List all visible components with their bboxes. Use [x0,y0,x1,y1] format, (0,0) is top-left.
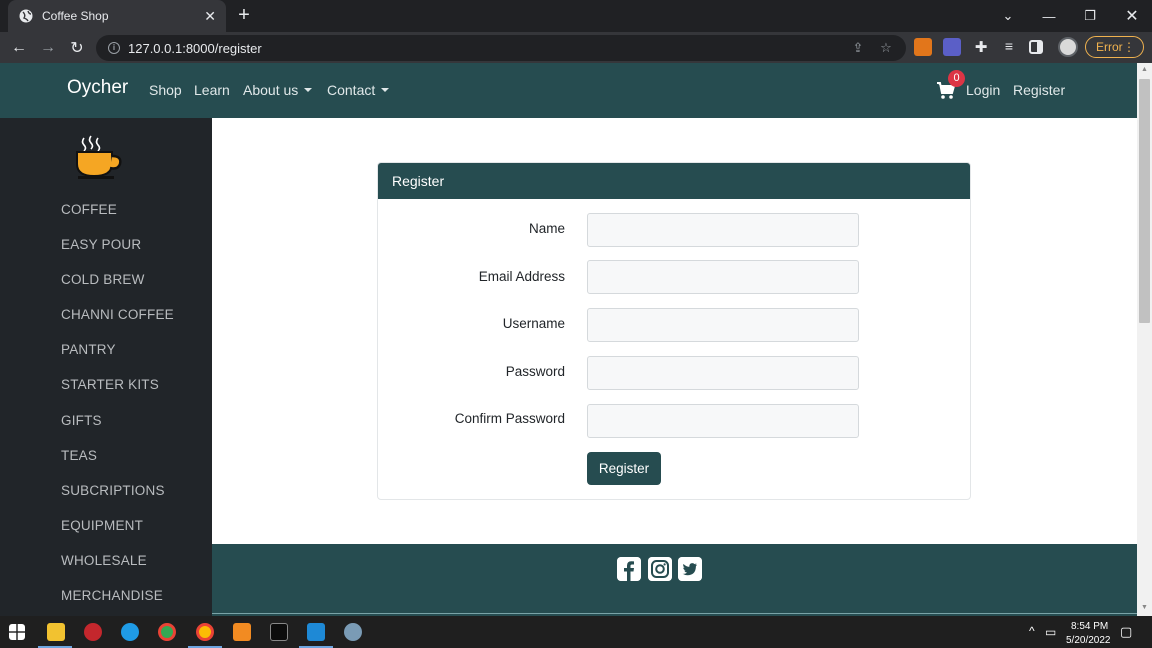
category-sidebar: COFFEE EASY POUR COLD BREW CHANNI COFFEE… [0,118,212,616]
side-panel-icon[interactable] [1029,40,1043,54]
clock-time[interactable]: 8:54 PM [1071,621,1108,632]
brand-logo[interactable]: Oycher [67,77,128,99]
minimize-icon[interactable]: — [1029,0,1069,32]
tab-close-icon[interactable]: ✕ [204,8,216,25]
register-submit-button[interactable]: Register [587,452,661,485]
twitter-icon[interactable] [678,557,702,581]
sidebar-item-wholesale[interactable]: WHOLESALE [61,553,147,568]
browser-toolbar: ← → ↻ i 127.0.0.1:8000/register ⇪ ☆ ✚ ≡ [0,32,1152,63]
reload-icon[interactable]: ↻ [65,36,89,60]
chrome-active-icon[interactable] [196,623,214,641]
caret-down-icon [304,88,313,92]
chrome-icon[interactable] [158,623,176,641]
nav-shop[interactable]: Shop [149,82,182,98]
tray-chevron-icon[interactable]: ^ [1029,624,1035,638]
nav-about-us-label: About us [243,82,299,98]
sidebar-item-gifts[interactable]: GIFTS [61,413,102,428]
sidebar-item-pantry[interactable]: PANTRY [61,342,116,357]
address-bar[interactable]: i 127.0.0.1:8000/register ⇪ ☆ [96,35,906,61]
scroll-thumb[interactable] [1139,79,1150,323]
sidebar-item-cold-brew[interactable]: COLD BREW [61,272,145,287]
instagram-icon[interactable] [648,557,672,581]
network-icon[interactable]: ▭ [1045,625,1056,639]
caret-down-icon [381,88,390,92]
register-card-header: Register [378,163,970,199]
vscode-icon[interactable] [307,623,325,641]
confirm-password-label: Confirm Password [454,411,565,426]
browser-tab-strip: Coffee Shop ✕ + ⌄ — ❐ ✕ [0,0,1152,32]
windows-start-icon[interactable] [9,624,25,640]
more-menu-icon[interactable]: ⋮ [1123,40,1135,54]
email-label: Email Address [478,269,565,284]
page-scrollbar[interactable]: ▲ ▼ [1137,63,1152,616]
browser-tab[interactable]: Coffee Shop ✕ [8,0,226,32]
username-label: Username [502,316,565,331]
username-input[interactable] [587,308,859,342]
cursor-extension-icon[interactable] [943,38,961,56]
error-button[interactable]: Error ⋮ [1085,36,1144,58]
edge-icon[interactable] [121,623,139,641]
app-red-icon[interactable] [84,623,102,641]
nav-learn[interactable]: Learn [194,82,230,98]
app-bird-icon[interactable] [344,623,362,641]
email-input[interactable] [587,260,859,294]
top-navbar: Oycher Shop Learn About us Contact 0 Log… [0,63,1137,118]
url-text: 127.0.0.1:8000/register [128,40,262,56]
password-input[interactable] [587,356,859,390]
globe-icon [19,9,33,23]
sidebar-item-easy-pour[interactable]: EASY POUR [61,237,141,252]
share-icon[interactable]: ⇪ [850,40,866,56]
tab-search-icon[interactable]: ⌄ [988,0,1028,32]
sidebar-item-starter-kits[interactable]: STARTER KITS [61,377,159,392]
scroll-up-icon[interactable]: ▲ [1140,66,1149,73]
cart-count-badge: 0 [948,70,965,87]
sidebar-item-subscriptions[interactable]: SUBCRIPTIONS [61,483,165,498]
sidebar-item-teas[interactable]: TEAS [61,448,97,463]
extensions-puzzle-icon[interactable]: ✚ [972,38,990,56]
footer [212,544,1137,616]
reading-list-icon[interactable]: ≡ [1000,38,1018,56]
profile-avatar[interactable] [1058,37,1078,57]
nav-about-us[interactable]: About us [243,82,313,98]
nav-contact[interactable]: Contact [327,82,390,98]
restore-icon[interactable]: ❐ [1070,0,1110,32]
nav-register[interactable]: Register [1013,82,1065,98]
bookmark-star-icon[interactable]: ☆ [878,40,894,56]
close-window-icon[interactable]: ✕ [1112,0,1152,32]
notification-icon[interactable]: ▢ [1120,624,1132,640]
nav-login[interactable]: Login [966,82,1000,98]
coffee-cup-icon [76,135,122,179]
terminal-icon[interactable] [270,623,288,641]
metamask-extension-icon[interactable] [914,38,932,56]
confirm-password-input[interactable] [587,404,859,438]
clock-date[interactable]: 5/20/2022 [1066,635,1111,646]
file-explorer-icon[interactable] [47,623,65,641]
scroll-down-icon[interactable]: ▼ [1140,604,1149,611]
sidebar-item-merchandise[interactable]: MERCHANDISE [61,588,163,603]
facebook-icon[interactable] [617,557,641,581]
windows-taskbar: ^ ▭ 8:54 PM 5/20/2022 ▢ [0,616,1152,648]
name-label: Name [528,221,565,236]
error-label: Error [1096,40,1123,54]
sidebar-item-channi-coffee[interactable]: CHANNI COFFEE [61,307,174,322]
xampp-icon[interactable] [233,623,251,641]
register-card: Register Name Email Address Username Pas… [377,162,971,500]
sidebar-item-coffee[interactable]: COFFEE [61,202,117,217]
webpage: Oycher Shop Learn About us Contact 0 Log… [0,63,1137,616]
back-icon[interactable]: ← [7,36,31,60]
tab-title: Coffee Shop [42,9,109,23]
nav-contact-label: Contact [327,82,376,98]
new-tab-icon[interactable]: + [232,4,256,28]
sidebar-item-equipment[interactable]: EQUIPMENT [61,518,143,533]
name-input[interactable] [587,213,859,247]
password-label: Password [505,364,565,379]
forward-icon[interactable]: → [36,36,60,60]
footer-divider [212,613,1137,614]
site-info-icon[interactable]: i [108,42,120,54]
